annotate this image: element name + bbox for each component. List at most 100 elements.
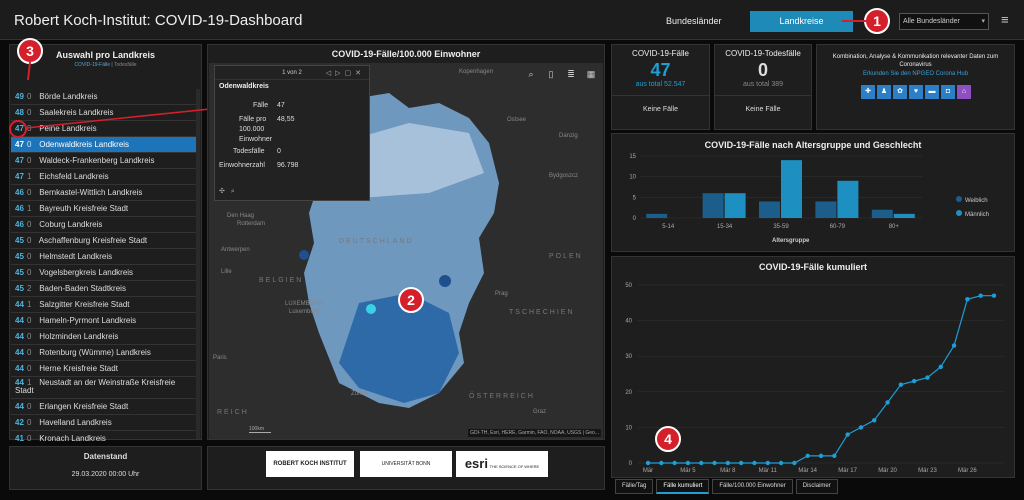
landkreis-row[interactable]: 45 0 Aschaffenburg Kreisfreie Stadt (11, 233, 200, 249)
landkreis-row[interactable]: 44 1 Neustadt an der Weinstraße Kreisfrei… (11, 377, 200, 399)
row-name: Helmstedt Landkreis (37, 252, 113, 261)
npgeo-info-panel: Kombination, Analyse & Kommunikation rel… (816, 44, 1015, 130)
deaths-total: aus total 389 (742, 81, 784, 88)
landkreis-row[interactable]: 47 0 Peine Landkreis (11, 121, 200, 137)
germany-map[interactable]: Kopenhagen Ostsee Danzig Bydgoszcz Den H… (209, 63, 603, 439)
landkreis-row[interactable]: 46 0 Bernkastel-Wittlich Landkreis (11, 185, 200, 201)
esri-tagline: THE SCIENCE OF WHERE (489, 464, 540, 469)
bar-weiblich (871, 209, 893, 218)
landkreis-row[interactable]: 42 0 Havelland Landkreis (11, 415, 200, 431)
landkreis-row[interactable]: 45 2 Baden-Baden Stadtkreis (11, 281, 200, 297)
landkreis-row[interactable]: 44 0 Rotenburg (Wümme) Landkreis (11, 345, 200, 361)
bar-weiblich (646, 213, 668, 218)
row-cases: 48 (15, 108, 24, 117)
prev-icon[interactable]: ◁ (326, 70, 335, 77)
row-deaths: 0 (27, 140, 32, 149)
landkreis-row[interactable]: 47 1 Eichsfeld Landkreis (11, 169, 200, 185)
list-scrollbar[interactable] (196, 89, 200, 439)
legend-weiblich: Weiblich (956, 196, 988, 204)
landkreis-row[interactable]: 45 0 Helmstedt Landkreis (11, 249, 200, 265)
chart-tab[interactable]: Fälle/Tag (615, 479, 654, 494)
row-deaths: 0 (27, 188, 32, 197)
bundeslaender-link[interactable]: Bundesländer (666, 16, 722, 26)
chart-tab[interactable]: Fälle kumuliert (656, 479, 710, 494)
row-cases: 44 (15, 332, 24, 341)
plant-icon[interactable]: ✿ (893, 85, 907, 99)
people-icon[interactable]: ♟ (877, 85, 891, 99)
callout-1: 1 (864, 8, 890, 34)
data-point (672, 460, 677, 466)
popup-nav: ◁▷▢✕ (326, 69, 365, 77)
bar-weiblich (815, 201, 837, 218)
chart-tab[interactable]: Disclaimer (795, 479, 838, 494)
landkreis-row[interactable]: 47 0 Waldeck-Frankenberg Landkreis (11, 153, 200, 169)
hamburger-icon[interactable]: ≡ (1001, 12, 1009, 27)
y-tick-label: 5 (633, 195, 637, 201)
y-tick-label: 20 (625, 390, 632, 396)
row-name: Salzgitter Kreisfreie Stadt (37, 300, 130, 309)
landkreis-row[interactable]: 46 1 Bayreuth Kreisfreie Stadt (11, 201, 200, 217)
next-icon[interactable]: ▷ (335, 70, 344, 77)
age-chart: 0 5 10 15 5-14 15-34 35-59 60-79 80+ (629, 154, 922, 230)
landkreis-row[interactable]: 46 0 Coburg Landkreis (11, 217, 200, 233)
landkreis-row[interactable]: 45 0 Vogelsbergkreis Landkreis (11, 265, 200, 281)
landkreis-row[interactable]: 41 0 Kronach Landkreis (11, 431, 200, 447)
row-cases: 45 (15, 236, 24, 245)
chart-tab[interactable]: Fälle/100.000 Einwohner (712, 479, 793, 494)
bar-weiblich (759, 201, 780, 218)
basemap-icon[interactable]: ▦ (583, 67, 599, 81)
y-tick-label: 10 (629, 175, 636, 181)
label-oesterreich: ÖSTERREICH (469, 393, 535, 400)
landkreis-row[interactable]: 44 0 Herne Kreisfreie Stadt (11, 361, 200, 377)
bookmark-icon[interactable]: ▯ (543, 67, 559, 81)
bar-männlich (724, 193, 746, 218)
legend-maennlich: Männlich (956, 210, 989, 218)
row-cases: 42 (15, 418, 24, 427)
truck-icon[interactable]: ▬ (925, 85, 939, 99)
landkreis-row[interactable]: 44 0 Hameln-Pyrmont Landkreis (11, 313, 200, 329)
landkreise-button[interactable]: Landkreise (750, 11, 853, 32)
data-point (752, 460, 757, 466)
heart-icon[interactable]: ♥ (909, 85, 923, 99)
label-graz: Graz (533, 409, 547, 415)
data-point (845, 432, 850, 437)
row-cases: 44 (15, 300, 24, 309)
bundesland-select[interactable]: Alle Bundesländer ▾ (899, 13, 989, 30)
landkreis-row[interactable]: 49 0 Börde Landkreis (11, 89, 200, 105)
row-name: Börde Landkreis (37, 92, 98, 101)
x-tick-label: 80+ (889, 224, 900, 230)
popup-label: 100.000 (239, 126, 265, 133)
chart-tabs: Fälle/Tag Fälle kumuliert Fälle/100.000 Ei… (615, 479, 838, 494)
row-deaths: 0 (27, 156, 32, 165)
landkreis-row[interactable]: 47 0 Odenwaldkreis Landkreis (11, 137, 200, 153)
health-icon[interactable]: ✚ (861, 85, 875, 99)
row-name: Havelland Landkreis (37, 418, 112, 427)
data-point (832, 453, 837, 459)
zoom-to-icon[interactable]: ✣ (219, 188, 231, 195)
data-point (738, 460, 744, 466)
dock-icon[interactable]: ▢ (345, 70, 356, 77)
landkreis-row[interactable]: 44 0 Erlangen Kreisfreie Stadt (11, 399, 200, 415)
x-tick-label: Mär 5 (680, 468, 696, 474)
search-icon[interactable]: ⌕ (523, 67, 539, 81)
zoom-icon[interactable]: ⌕ (231, 188, 241, 195)
label-lille: Lille (221, 269, 232, 275)
building-icon[interactable]: ⌂ (957, 85, 971, 99)
row-deaths: 0 (27, 92, 32, 101)
row-cases: 49 (15, 92, 24, 101)
npgeo-hub-link[interactable]: Erkunden Sie den NPGEO Corona Hub (817, 71, 1014, 77)
car-icon[interactable]: ◘ (941, 85, 955, 99)
landkreis-row[interactable]: 44 0 Holzminden Landkreis (11, 329, 200, 345)
row-cases: 47 (15, 156, 24, 165)
landkreis-list: 49 0 Börde Landkreis 48 0 Saalekreis Landkr… (11, 89, 200, 447)
row-name: Rotenburg (Wümme) Landkreis (37, 348, 151, 357)
landkreis-row[interactable]: 44 1 Salzgitter Kreisfreie Stadt (11, 297, 200, 313)
y-tick-label: 40 (625, 319, 632, 325)
close-icon[interactable]: ✕ (355, 70, 365, 77)
chevron-down-icon: ▾ (981, 18, 985, 25)
layers-icon[interactable]: ≣ (563, 67, 579, 81)
popup-value: 0 (277, 148, 281, 155)
row-name: Kronach Landkreis (37, 434, 106, 443)
row-cases: 44 (15, 316, 24, 325)
landkreis-row[interactable]: 48 0 Saalekreis Landkreis (11, 105, 200, 121)
